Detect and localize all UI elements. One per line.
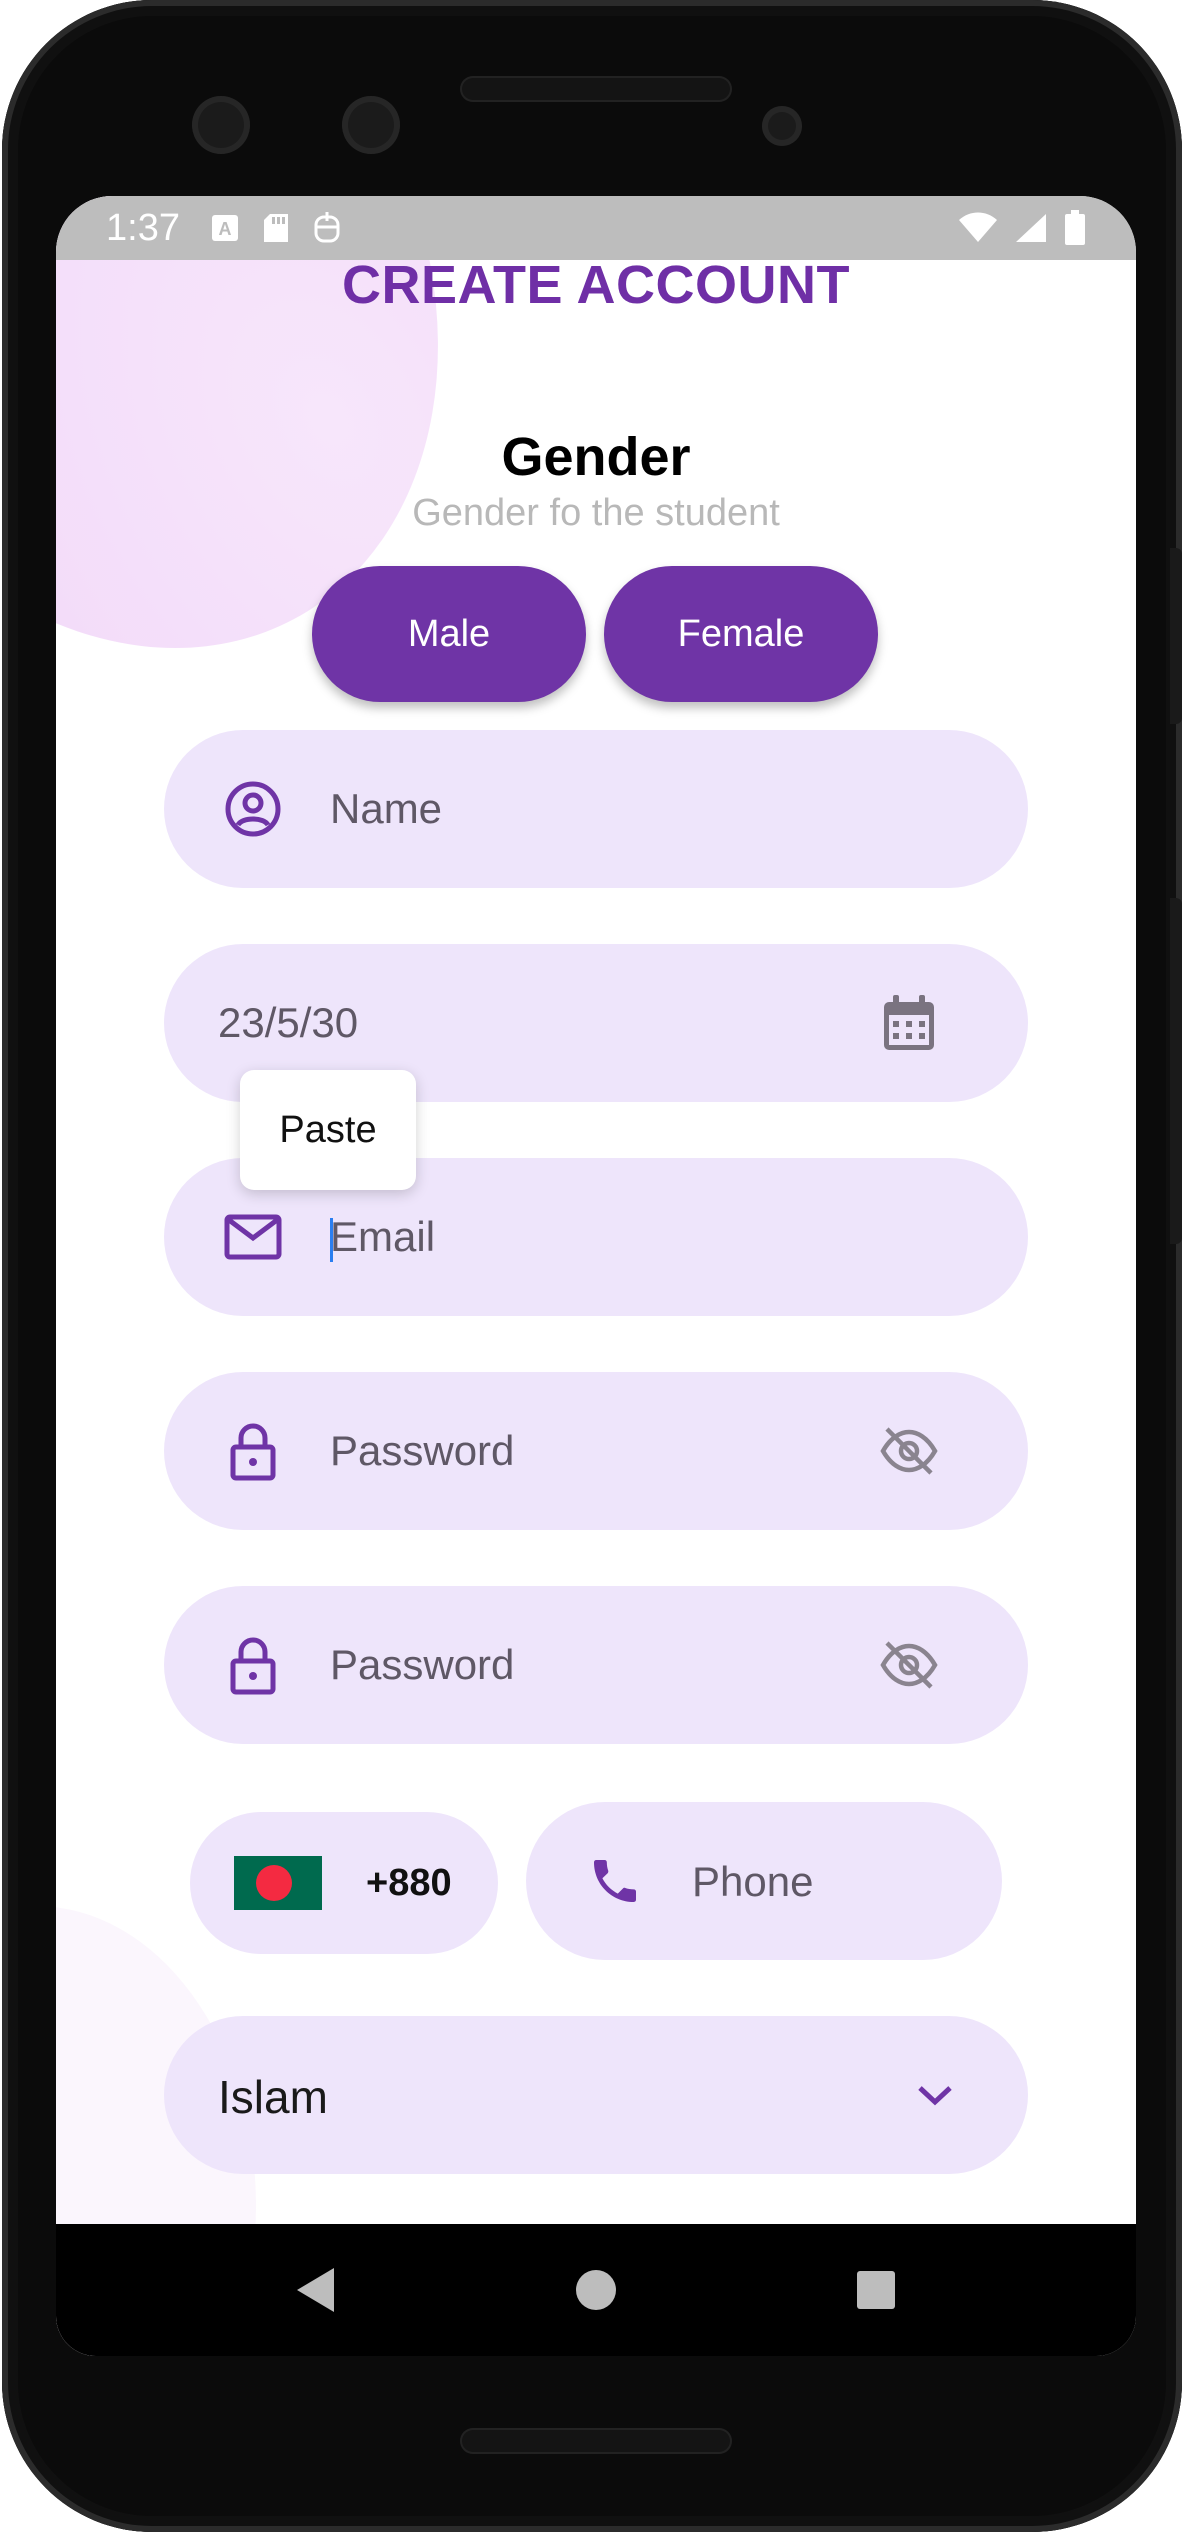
power-button — [1170, 548, 1182, 724]
page-title: CREATE ACCOUNT — [342, 255, 850, 315]
religion-dropdown[interactable]: Islam — [164, 2016, 1028, 2174]
date-of-birth-value: 23/5/30 — [218, 999, 359, 1046]
country-code: +880 — [366, 1861, 452, 1904]
account-circle-icon — [222, 778, 284, 840]
password-field[interactable]: Password — [164, 1372, 1028, 1530]
volume-button — [1170, 898, 1182, 1244]
text-a-icon: A — [211, 215, 238, 241]
mail-icon — [222, 1206, 284, 1268]
navigation-bar — [56, 2224, 1136, 2356]
country-code-picker[interactable]: +880 — [190, 1812, 498, 1954]
status-notification-icons: A — [210, 211, 342, 245]
lock-icon — [222, 1420, 284, 1482]
recents-icon[interactable] — [846, 2260, 906, 2320]
sensor-icon — [762, 106, 802, 146]
gender-heading: Gender — [501, 427, 691, 487]
email-placeholder: Email — [330, 1213, 436, 1260]
male-button[interactable]: Male — [312, 566, 586, 702]
bottom-speaker — [460, 2428, 732, 2454]
privacy-icon — [314, 212, 340, 243]
front-camera-icon — [192, 96, 250, 154]
status-system-icons — [958, 210, 1086, 246]
phone-field[interactable]: Phone — [526, 1802, 1002, 1960]
visibility-off-icon[interactable] — [878, 1420, 940, 1482]
battery-icon — [1065, 210, 1085, 245]
top-speaker — [460, 76, 732, 102]
sd-card-icon — [263, 214, 288, 242]
visibility-off-icon[interactable] — [878, 1634, 940, 1696]
phone-icon — [584, 1850, 646, 1912]
confirm-password-field[interactable]: Password — [164, 1586, 1028, 1744]
calendar-icon[interactable] — [878, 992, 940, 1054]
front-camera-icon — [342, 96, 400, 154]
password-placeholder: Password — [330, 1427, 515, 1474]
wifi-icon — [959, 212, 997, 242]
back-icon[interactable] — [286, 2260, 346, 2320]
chevron-down-icon — [904, 2064, 966, 2126]
phone-placeholder: Phone — [692, 1858, 814, 1905]
paste-menu-item[interactable]: Paste — [240, 1070, 416, 1190]
name-placeholder: Name — [330, 785, 443, 832]
home-icon[interactable] — [566, 2260, 626, 2320]
name-field[interactable]: Name — [164, 730, 1028, 888]
bangladesh-flag-icon — [234, 1856, 322, 1910]
religion-value: Islam — [218, 2071, 328, 2123]
svg-text:A: A — [218, 219, 231, 239]
status-time: 1:37 — [106, 206, 180, 249]
signal-icon — [1016, 214, 1046, 242]
female-button[interactable]: Female — [604, 566, 878, 702]
screen: 1:37 A CREATE ACCOUNT Gender Gender fo t… — [56, 196, 1136, 2356]
phone-frame: 1:37 A CREATE ACCOUNT Gender Gender fo t… — [2, 0, 1182, 2532]
status-bar: 1:37 A — [56, 196, 1136, 260]
confirm-password-placeholder: Password — [330, 1641, 515, 1688]
signup-form: CREATE ACCOUNT Gender Gender fo the stud… — [56, 196, 1136, 2224]
gender-subtitle: Gender fo the student — [412, 492, 780, 534]
lock-icon — [222, 1634, 284, 1696]
